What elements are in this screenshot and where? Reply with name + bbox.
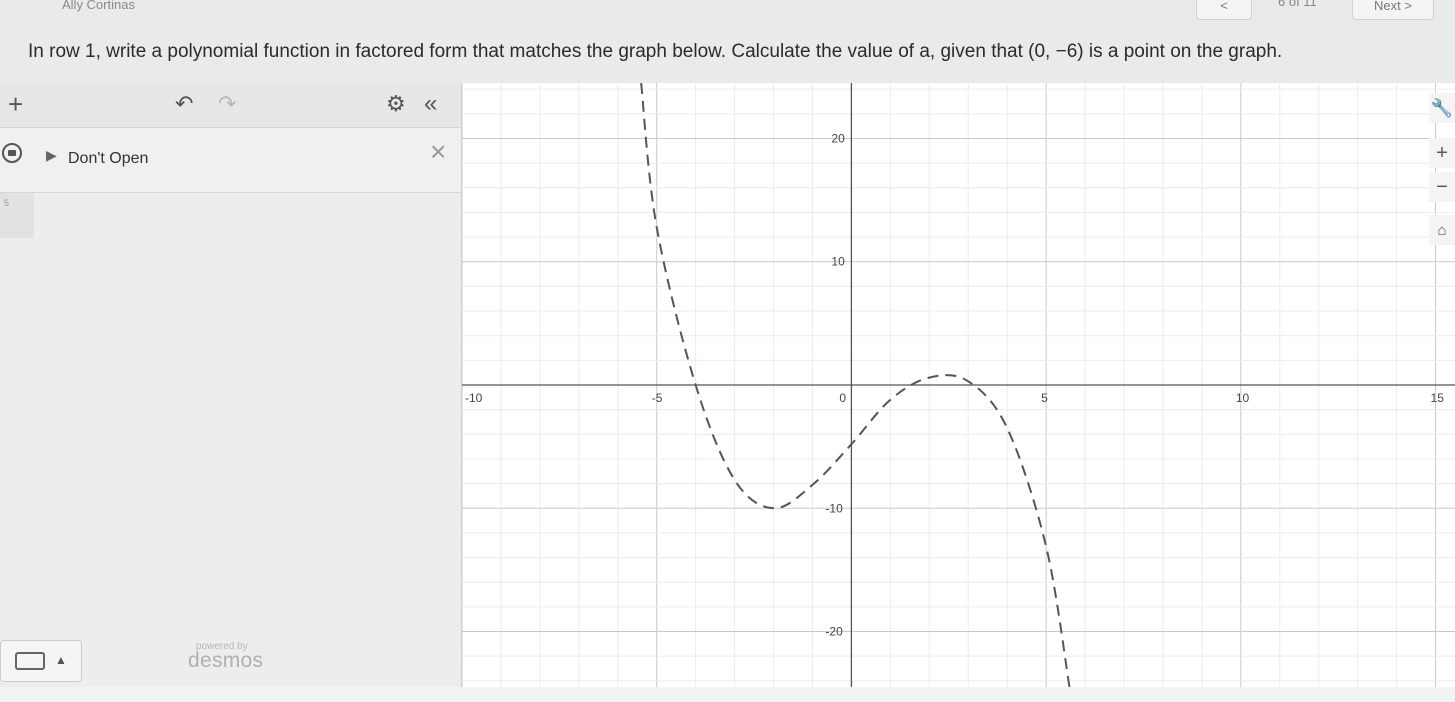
x-tick-label: -10 [465,391,483,405]
home-icon[interactable]: ⌂ [1429,215,1455,245]
top-bar: Ally Cortinas < 6 of 11 Next > [0,0,1455,20]
zoom-in-icon[interactable]: + [1429,138,1455,168]
instructions-text: In row 1, write a polynomial function in… [28,41,1283,62]
y-tick-label: 10 [831,255,845,269]
folder-label[interactable]: Don't Open [68,150,148,168]
y-tick-label: -10 [825,501,843,515]
desmos-logo: desmos [188,649,264,672]
bottom-strip [0,687,1455,702]
plus-icon[interactable]: + [8,91,23,117]
zoom-out-icon[interactable]: − [1429,172,1455,202]
expression-toolbar: + ↶ ↷ ⚙ « [0,83,461,128]
folder-icon[interactable] [2,143,22,163]
row-index: 5 [4,198,10,208]
prev-button[interactable]: < [1196,0,1252,20]
x-tick-label: 5 [1041,391,1048,405]
student-name: Ally Cortinas [62,0,135,12]
caret-up-icon: ▲ [55,653,67,667]
y-tick-label: -20 [825,625,843,639]
graph-canvas[interactable]: -10 -5 0 5 10 15 20 10 -10 -20 [462,83,1455,687]
page-count: 6 of 11 [1278,0,1317,9]
redo-icon[interactable]: ↷ [218,93,236,115]
expression-panel: + ↶ ↷ ⚙ « 5 ▶ Don't Open × ▲ powered by … [0,83,462,687]
double-chevron-left-icon[interactable]: « [424,92,437,116]
close-icon[interactable]: × [430,138,446,166]
caret-right-icon[interactable]: ▶ [46,147,57,164]
keyboard-icon [15,652,45,670]
x-tick-label: 0 [839,391,846,405]
graph-paper[interactable]: -10 -5 0 5 10 15 20 10 -10 -20 🔧 + − ⌂ [462,83,1455,687]
x-tick-label: 15 [1431,391,1445,405]
x-tick-label: 10 [1236,391,1250,405]
wrench-icon[interactable]: 🔧 [1429,93,1455,123]
gear-icon[interactable]: ⚙ [386,93,406,115]
next-button[interactable]: Next > [1352,0,1434,20]
keypad-toggle-button[interactable]: ▲ [0,640,82,682]
expression-folder-row[interactable]: ▶ Don't Open × [0,128,461,193]
x-tick-label: -5 [652,391,663,405]
undo-icon[interactable]: ↶ [175,93,193,115]
y-tick-label: 20 [831,131,845,145]
